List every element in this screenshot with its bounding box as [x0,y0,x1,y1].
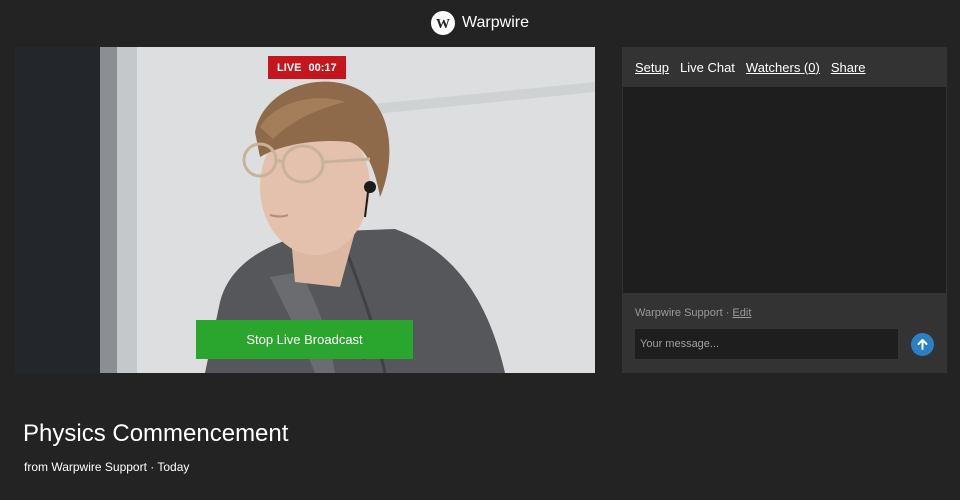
panel-tabs: Setup Live Chat Watchers (0) Share [622,47,947,87]
live-label: LIVE [277,61,302,74]
message-input[interactable] [635,329,898,359]
chat-messages-area[interactable] [623,87,946,293]
event-title: Physics Commencement [23,420,289,447]
brand[interactable]: W Warpwire [431,11,529,35]
elapsed-time: 00:17 [308,61,337,74]
top-bar: W Warpwire [0,0,960,46]
event-meta: from Warpwire Support · Today [24,460,190,474]
live-badge: LIVE 00:17 [268,56,346,79]
tab-watchers[interactable]: Watchers (0) [746,60,820,75]
logo-letter: W [436,17,450,31]
warpwire-logo-icon: W [431,11,456,35]
tab-live-chat[interactable]: Live Chat [680,60,735,75]
edit-name-link[interactable]: Edit [732,307,751,319]
svg-text:W: W [436,17,450,31]
tab-setup[interactable]: Setup [635,60,669,75]
chat-user-line: Warpwire Support · Edit [635,307,751,319]
chat-user-name: Warpwire Support [635,307,723,319]
brand-name: Warpwire [462,14,529,31]
stop-live-broadcast-button[interactable]: Stop Live Broadcast [196,320,413,359]
separator: · [725,307,730,319]
tab-share[interactable]: Share [831,60,866,75]
video-preview: LIVE 00:17 Stop Live Broadcast [15,47,595,373]
chat-panel: Setup Live Chat Watchers (0) Share Warpw… [622,47,947,373]
arrow-up-icon [917,339,928,350]
send-message-button[interactable] [911,333,934,356]
